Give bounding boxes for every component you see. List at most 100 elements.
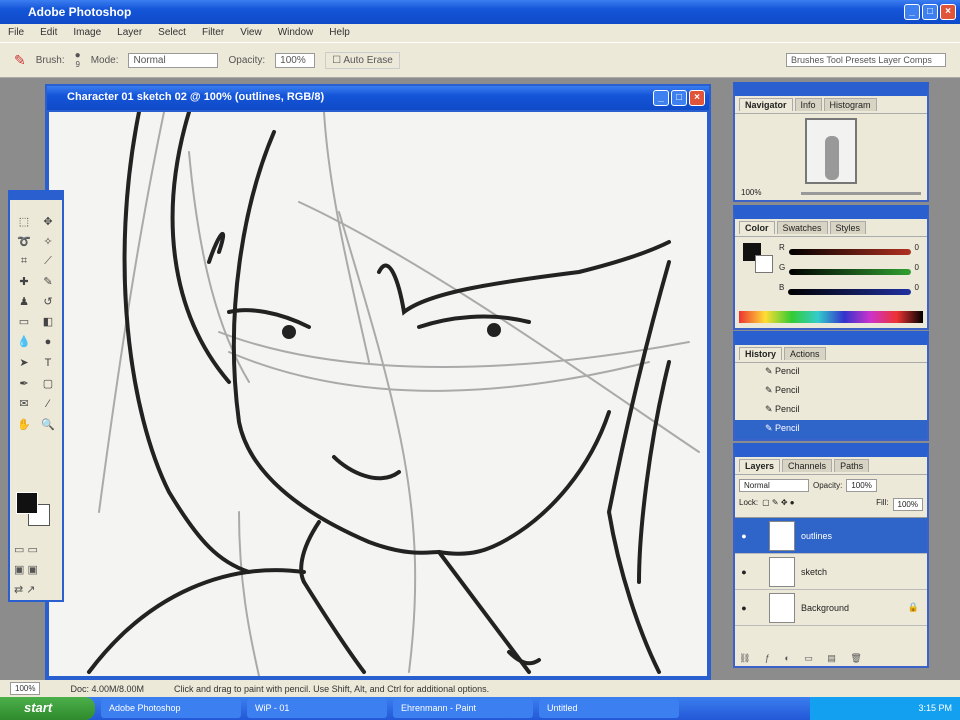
tab-info[interactable]: Info: [794, 98, 822, 111]
g-slider[interactable]: [789, 268, 911, 275]
color-ramp[interactable]: [739, 311, 923, 323]
maximize-button[interactable]: □: [922, 4, 938, 20]
slice-tool-icon[interactable]: ⟋: [38, 255, 58, 273]
auto-erase-label: Auto Erase: [343, 54, 393, 66]
start-button[interactable]: start: [0, 697, 95, 720]
tab-styles[interactable]: Styles: [829, 221, 867, 234]
layers-footer-buttons[interactable]: ⛓ ƒ ◐ ▭ ▤ 🗑: [739, 653, 923, 664]
lock-icons[interactable]: ▢ ✎ ✥ ●: [762, 498, 794, 511]
tab-channels[interactable]: Channels: [782, 459, 833, 472]
layer-opacity-field[interactable]: 100%: [846, 479, 877, 492]
crop-tool-icon[interactable]: ⌗: [14, 255, 34, 273]
tab-histogram[interactable]: Histogram: [823, 98, 877, 111]
menu-filter[interactable]: Filter: [202, 27, 224, 39]
brush-label: Brush:: [35, 54, 65, 66]
marquee-tool-icon[interactable]: ⬚: [14, 215, 34, 233]
menu-window[interactable]: Window: [278, 27, 314, 39]
doc-minimize-button[interactable]: _: [653, 90, 669, 106]
b-slider[interactable]: [788, 288, 911, 295]
r-value[interactable]: 0: [915, 243, 919, 252]
zoom-slider[interactable]: [801, 192, 921, 195]
history-item[interactable]: ✎ Pencil: [735, 363, 927, 382]
document-title-bar[interactable]: Character 01 sketch 02 @ 100% (outlines,…: [47, 86, 709, 110]
bg-color-box[interactable]: [755, 255, 773, 273]
tab-layers[interactable]: Layers: [739, 459, 781, 472]
fill-field[interactable]: 100%: [892, 498, 923, 511]
task-paint[interactable]: Ehrenmann - Paint: [393, 699, 533, 718]
history-item[interactable]: ✎ Pencil: [735, 401, 927, 420]
move-tool-icon[interactable]: ✥: [38, 215, 58, 233]
zoom-tool-icon[interactable]: 🔍: [38, 418, 58, 436]
layer-row[interactable]: ● sketch: [735, 554, 927, 590]
palette-well-tabs[interactable]: Brushes Tool Presets Layer Comps: [786, 53, 946, 67]
task-untitled[interactable]: Untitled: [539, 699, 679, 718]
menu-image[interactable]: Image: [73, 27, 101, 39]
palette-well[interactable]: Brushes Tool Presets Layer Comps: [786, 53, 946, 67]
b-value[interactable]: 0: [915, 283, 919, 292]
task-photoshop[interactable]: Adobe Photoshop: [101, 699, 241, 718]
auto-erase-checkbox[interactable]: ☐ Auto Erase: [325, 51, 400, 69]
tab-actions[interactable]: Actions: [784, 347, 826, 360]
shape-tool-icon[interactable]: ▢: [38, 377, 58, 395]
foreground-color-swatch[interactable]: [16, 492, 38, 514]
system-tray: 3:15 PM: [810, 697, 960, 720]
pen-tool-icon[interactable]: ✒: [14, 377, 34, 395]
tab-color[interactable]: Color: [739, 221, 775, 234]
minimize-button[interactable]: _: [904, 4, 920, 20]
eye-icon[interactable]: ●: [735, 531, 753, 541]
eyedropper-tool-icon[interactable]: ⁄: [38, 398, 58, 416]
pencil-tool-icon[interactable]: ✎: [14, 52, 26, 69]
status-bar: 100% Doc: 4.00M/8.00M Click and drag to …: [0, 680, 960, 697]
mode-select[interactable]: Normal: [128, 52, 219, 68]
menu-help[interactable]: Help: [329, 27, 350, 39]
document-window: Character 01 sketch 02 @ 100% (outlines,…: [45, 84, 711, 680]
doc-close-button[interactable]: ×: [689, 90, 705, 106]
layer-row[interactable]: ● Background 🔒: [735, 590, 927, 626]
tab-paths[interactable]: Paths: [834, 459, 870, 472]
doc-info[interactable]: Doc: 4.00M/8.00M: [70, 684, 144, 694]
stamp-tool-icon[interactable]: ♟: [14, 295, 34, 313]
mode-buttons[interactable]: ▭ ▭ ▣ ▣ ⇄ ↗: [14, 540, 58, 600]
tab-swatches[interactable]: Swatches: [776, 221, 828, 234]
dodge-tool-icon[interactable]: ●: [38, 336, 58, 354]
magic-wand-tool-icon[interactable]: ✧: [38, 235, 58, 253]
menu-edit[interactable]: Edit: [40, 27, 57, 39]
g-value[interactable]: 0: [915, 263, 919, 272]
task-wip[interactable]: WiP - 01: [247, 699, 387, 718]
menu-view[interactable]: View: [240, 27, 262, 39]
history-item[interactable]: ✎ Pencil: [735, 382, 927, 401]
notes-tool-icon[interactable]: ✉: [14, 397, 34, 415]
type-tool-icon[interactable]: T: [38, 357, 58, 375]
eye-icon[interactable]: ●: [735, 603, 753, 613]
layers-panel: Layers Channels Paths Normal Opacity: 100% L…: [733, 443, 929, 668]
status-zoom[interactable]: 100%: [10, 682, 41, 695]
hand-tool-icon[interactable]: ✋: [14, 418, 34, 436]
tab-navigator[interactable]: Navigator: [739, 98, 793, 111]
healing-tool-icon[interactable]: ✚: [14, 275, 34, 293]
menu-select[interactable]: Select: [158, 27, 186, 39]
blur-tool-icon[interactable]: 💧: [14, 335, 34, 353]
r-slider[interactable]: [788, 248, 911, 255]
close-button[interactable]: ×: [940, 4, 956, 20]
tab-history[interactable]: History: [739, 347, 783, 360]
menu-layer[interactable]: Layer: [117, 27, 142, 39]
navigator-preview[interactable]: [805, 118, 857, 184]
navigator-panel: Navigator Info Histogram 100%: [733, 82, 929, 202]
layer-row[interactable]: ● outlines: [735, 518, 927, 554]
path-select-icon[interactable]: ➤: [14, 356, 34, 374]
navigator-zoom[interactable]: 100%: [741, 188, 761, 197]
menu-file[interactable]: File: [8, 27, 24, 39]
blend-mode-select[interactable]: Normal: [739, 479, 809, 492]
lasso-tool-icon[interactable]: ➰: [14, 235, 34, 253]
pencil-tool-icon[interactable]: ✎: [38, 275, 58, 293]
gradient-tool-icon[interactable]: ◧: [38, 315, 58, 333]
doc-maximize-button[interactable]: □: [671, 90, 687, 106]
app-title-bar: Adobe Photoshop _ □ ×: [0, 0, 960, 24]
history-item-current[interactable]: ✎ Pencil: [735, 420, 927, 439]
opacity-field[interactable]: 100%: [275, 52, 316, 68]
brush-picker[interactable]: ● 9: [75, 51, 81, 70]
canvas[interactable]: [49, 112, 707, 676]
eraser-tool-icon[interactable]: ▭: [14, 315, 34, 333]
eye-icon[interactable]: ●: [735, 567, 753, 577]
history-brush-icon[interactable]: ↺: [38, 295, 58, 313]
